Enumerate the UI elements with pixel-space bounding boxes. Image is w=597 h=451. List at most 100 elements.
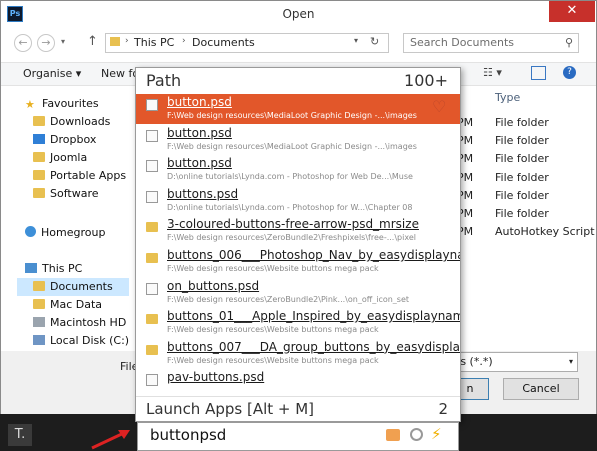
result-name: buttons_006___Photoshop_Nav_by_easydispl… xyxy=(167,248,460,262)
sidebar-label: Local Disk (C:) xyxy=(50,334,130,347)
breadcrumb-documents[interactable]: Documents xyxy=(192,36,255,49)
sidebar-label: Macintosh HD xyxy=(50,316,127,329)
result-item[interactable]: buttons_007___DA_group_buttons_by_easydi… xyxy=(136,339,460,369)
popup-header: Path 100+ xyxy=(136,68,460,94)
launcher-query-input[interactable]: buttonpsd ⚡ xyxy=(137,422,459,451)
sidebar-item-documents[interactable]: Documents xyxy=(33,278,113,296)
sidebar-label: Joomla xyxy=(50,151,88,164)
sidebar-item-dropbox[interactable]: Dropbox xyxy=(33,131,96,149)
result-path: D:\online tutorials\Lynda.com - Photosho… xyxy=(167,172,413,182)
drive-icon xyxy=(33,335,45,345)
launch-apps-label[interactable]: Launch Apps [Alt + M] xyxy=(146,397,314,421)
chevron-right-icon: › xyxy=(125,36,129,46)
folder-icon xyxy=(146,314,158,325)
sidebar-item-joomla[interactable]: Joomla xyxy=(33,149,87,167)
popup-category-label: Path xyxy=(146,71,182,90)
file-row-type: File folder xyxy=(495,188,549,202)
chevron-down-icon[interactable]: ▾ xyxy=(354,36,358,45)
sidebar-item-software[interactable]: Software xyxy=(33,185,99,203)
result-item[interactable]: pav-buttons.psd xyxy=(136,369,460,396)
file-list: PM File folder PM File folder PM File folder P… xyxy=(457,87,595,349)
result-path: F:\Web design resources\Website buttons … xyxy=(167,264,379,273)
title-bar: Ps Open ✕ xyxy=(1,1,596,29)
launcher-popup: Path 100+ button.psd F:\Web design resour… xyxy=(135,67,461,422)
folder-icon xyxy=(146,222,158,233)
file-row-type: File folder xyxy=(495,207,549,220)
forward-button[interactable]: → xyxy=(37,34,55,52)
file-type-select[interactable]: ts (*.*) ▾ xyxy=(451,352,578,372)
heart-icon[interactable]: ♡ xyxy=(432,97,452,117)
file-type-value: ts (*.*) xyxy=(456,355,493,368)
result-name: 3-coloured-buttons-free-arrow-psd_mrsize xyxy=(167,217,419,232)
result-path: D:\online tutorials\Lynda.com - Photosho… xyxy=(167,202,413,212)
result-name: button.psd xyxy=(167,125,232,140)
result-item[interactable]: buttons_006___Photoshop_Nav_by_easydispl… xyxy=(136,247,460,277)
result-name: pav-buttons.psd xyxy=(167,370,265,385)
result-item[interactable]: buttons_01___Apple_Inspired_by_easydispl… xyxy=(136,308,460,338)
result-name: buttons.psd xyxy=(167,186,239,201)
result-item[interactable]: on_buttons.psd F:\Web design resources\Ze… xyxy=(136,278,460,308)
folder-icon xyxy=(146,253,158,263)
folder-icon xyxy=(33,116,45,126)
folder-icon xyxy=(33,188,45,198)
star-icon: ★ xyxy=(25,98,35,111)
sidebar-item-portable-apps[interactable]: Portable Apps xyxy=(33,167,126,185)
result-item[interactable]: button.psd F:\Web design resources\MediaL… xyxy=(136,125,460,155)
cancel-button[interactable]: Cancel xyxy=(503,378,579,400)
popup-result-count: 100+ xyxy=(404,71,448,90)
help-icon[interactable]: ? xyxy=(563,66,576,79)
file-row-type: File folder xyxy=(495,152,549,166)
red-arrow-icon xyxy=(91,430,130,450)
search-input[interactable]: Search Documents ⚲ xyxy=(403,33,579,53)
preview-pane-icon[interactable] xyxy=(531,66,546,80)
result-item[interactable]: button.psd D:\online tutorials\Lynda.com … xyxy=(136,155,460,185)
folder-icon xyxy=(110,37,120,46)
close-icon: ✕ xyxy=(566,3,578,18)
lightning-icon[interactable]: ⚡ xyxy=(431,425,442,443)
sidebar-this-pc[interactable]: This PC xyxy=(25,260,82,278)
back-button[interactable]: ← xyxy=(14,34,32,52)
folder-icon xyxy=(146,344,158,355)
sidebar-item-macintosh-hd[interactable]: Macintosh HD xyxy=(33,314,126,332)
result-path: F:\Web design resources\ZeroBundle2\Fres… xyxy=(167,233,416,243)
file-icon xyxy=(146,374,158,387)
result-item[interactable]: button.psd F:\Web design resources\MediaL… xyxy=(136,94,460,124)
sidebar-item-mac-data[interactable]: Mac Data xyxy=(33,296,102,314)
refresh-icon[interactable]: ↻ xyxy=(370,35,379,48)
clock-icon[interactable] xyxy=(410,428,423,441)
result-name: button.psd xyxy=(167,156,232,171)
result-path: F:\Web design resources\MediaLoot Graphi… xyxy=(167,141,417,151)
results-list: button.psd F:\Web design resources\MediaL… xyxy=(136,94,460,396)
sidebar-label: Portable Apps xyxy=(50,169,127,182)
open-label: n xyxy=(466,382,474,395)
sidebar-label: Dropbox xyxy=(50,133,97,146)
breadcrumb-this-pc[interactable]: This PC xyxy=(134,36,174,49)
result-item[interactable]: 3-coloured-buttons-free-arrow-psd_mrsize… xyxy=(136,216,460,246)
sidebar-item-local-disk[interactable]: Local Disk (C:) xyxy=(33,332,129,350)
file-row-type: AutoHotkey Script xyxy=(495,225,595,239)
file-icon xyxy=(146,129,158,142)
recent-dropdown-icon[interactable]: ▾ xyxy=(61,37,65,46)
close-button[interactable]: ✕ xyxy=(549,1,595,22)
view-options-icon[interactable]: ☷ ▾ xyxy=(483,66,502,79)
result-name: on_buttons.psd xyxy=(167,278,260,293)
sidebar-favourites[interactable]: ★ Favourites xyxy=(25,95,99,113)
organise-button[interactable]: Organise ▾ xyxy=(23,67,81,80)
type-tool-button[interactable]: T. xyxy=(8,424,32,446)
file-icon xyxy=(146,282,158,295)
result-name: button.psd xyxy=(167,95,232,109)
launch-apps-count: 2 xyxy=(438,400,448,418)
address-bar[interactable]: › This PC › Documents ▾ ↻ xyxy=(105,33,389,53)
clipboard-icon[interactable] xyxy=(386,429,400,441)
sidebar-homegroup[interactable]: Homegroup xyxy=(25,224,105,242)
computer-icon xyxy=(25,263,37,273)
chevron-right-icon: › xyxy=(182,36,186,46)
up-button[interactable]: ↑ xyxy=(87,34,98,49)
sidebar-label: Documents xyxy=(50,280,113,293)
sidebar-item-downloads[interactable]: Downloads xyxy=(33,113,110,131)
sidebar-label: Downloads xyxy=(50,115,111,128)
folder-icon xyxy=(33,170,45,180)
file-icon xyxy=(146,160,158,173)
result-item[interactable]: buttons.psd D:\online tutorials\Lynda.com… xyxy=(136,186,460,216)
arrow-right-icon: → xyxy=(41,36,51,49)
